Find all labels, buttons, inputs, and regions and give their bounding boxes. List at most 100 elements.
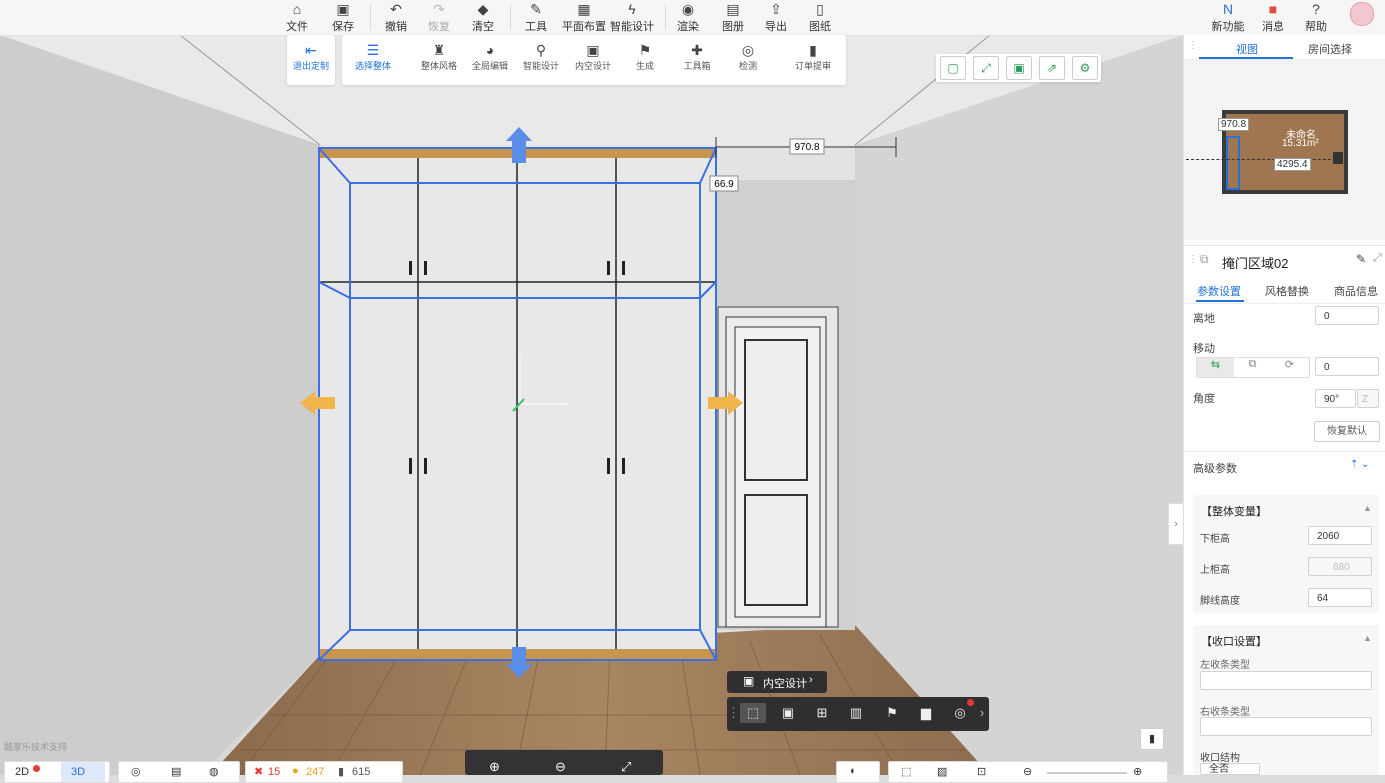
detect-button[interactable]: ◎ 检测 bbox=[721, 41, 775, 72]
generate-button[interactable]: ⚑ 生成 bbox=[618, 41, 672, 72]
tab-style-replace[interactable]: 风格替换 bbox=[1265, 283, 1309, 299]
eye-icon[interactable]: ◎ bbox=[131, 765, 141, 778]
baseboard-input[interactable]: 64 bbox=[1308, 588, 1372, 607]
floor-plan-button[interactable]: ▦ 平面布置 bbox=[558, 0, 610, 34]
interior-design-chip[interactable]: ▣ 内空设计 › bbox=[727, 671, 827, 693]
zoom-in-small-icon[interactable]: ⊕ bbox=[1133, 765, 1142, 778]
edit-icon[interactable]: ✎ bbox=[1356, 252, 1366, 266]
frame-icon[interactable]: ▢ bbox=[940, 56, 966, 80]
order-submit-button[interactable]: ▮ 订单提审 bbox=[786, 41, 840, 72]
view-tools: ▢ ⤢ ▣ ⇗ ⚙ bbox=[936, 54, 1101, 82]
crop-icon[interactable]: ⬚ bbox=[901, 765, 911, 778]
select-icon: ☰ bbox=[366, 42, 380, 58]
house-icon: ⌂ bbox=[292, 1, 302, 17]
left-strip-select[interactable] bbox=[1200, 671, 1372, 690]
tab-product-info[interactable]: 商品信息 bbox=[1334, 283, 1378, 299]
eraser-icon: ◆ bbox=[477, 1, 489, 17]
focus-icon[interactable]: ⊡ bbox=[977, 765, 986, 778]
redo-button[interactable]: ↷ 恢复 bbox=[419, 0, 459, 34]
right-strip-label: 右收条类型 bbox=[1200, 707, 1250, 718]
save-button[interactable]: ▣ 保存 bbox=[323, 0, 363, 34]
right-strip-select[interactable] bbox=[1200, 717, 1372, 736]
props-title: 掩门区域02 bbox=[1222, 256, 1289, 271]
smart-design-tool-button[interactable]: ⚲ 智能设计 bbox=[514, 41, 568, 72]
more-icon[interactable]: › bbox=[977, 703, 987, 723]
interior-design-button[interactable]: ▣ 内空设计 bbox=[566, 41, 620, 72]
exit-custom-button[interactable]: ⇤ 退出定制 bbox=[284, 41, 338, 72]
tab-params[interactable]: 参数设置 bbox=[1197, 283, 1241, 299]
export-button[interactable]: ⇪ 导出 bbox=[756, 0, 796, 34]
undo-button[interactable]: ↶ 撤销 bbox=[376, 0, 416, 34]
move-free-icon[interactable]: ⇆ bbox=[1197, 358, 1234, 377]
smart-design-button[interactable]: ϟ 智能设计 bbox=[607, 0, 657, 34]
move-input[interactable]: 0 bbox=[1315, 357, 1379, 376]
camera-icon[interactable] bbox=[1333, 152, 1343, 164]
wardrobe[interactable] bbox=[318, 147, 717, 661]
zoom-out-small-icon[interactable]: ⊖ bbox=[1023, 765, 1032, 778]
save-view-icon[interactable]: ▣ bbox=[1006, 56, 1032, 80]
zoom-in-icon[interactable]: ⊕ bbox=[489, 759, 500, 775]
zoom-out-icon[interactable]: ⊖ bbox=[555, 759, 566, 775]
add-icon[interactable]: ⊞ bbox=[809, 703, 835, 723]
collapse-panel-button[interactable]: › bbox=[1168, 503, 1184, 545]
support-text: 酷家乐技术支持 bbox=[4, 742, 68, 752]
image-icon[interactable]: ▨ bbox=[937, 765, 947, 778]
fullscreen-icon[interactable]: ⤢ bbox=[973, 56, 999, 80]
angle-axis-select[interactable]: Z bbox=[1357, 389, 1379, 408]
closing-structure-select[interactable]: 全否 bbox=[1200, 763, 1260, 775]
toolbox-button[interactable]: ✚ 工具箱 bbox=[670, 41, 724, 72]
zoom-slider[interactable] bbox=[1047, 772, 1127, 774]
render-button[interactable]: ◉ 渲染 bbox=[668, 0, 708, 34]
toggle-button[interactable]: ◐ bbox=[836, 761, 880, 783]
view-3d-button[interactable]: 3D bbox=[61, 762, 105, 782]
lower-cabinet-input[interactable]: 2060 bbox=[1308, 526, 1372, 545]
reset-default-button[interactable]: 恢复默认 bbox=[1314, 421, 1380, 442]
move-rotate-icon[interactable]: ⟳ bbox=[1271, 358, 1308, 377]
ruler-icon[interactable]: ⚑ bbox=[879, 703, 905, 723]
share-icon[interactable]: ⇗ bbox=[1039, 56, 1065, 80]
view-3d-icon[interactable]: ◎ bbox=[947, 703, 973, 723]
upper-cabinet-input[interactable]: 680 bbox=[1308, 557, 1372, 576]
ground-input[interactable]: 0 bbox=[1315, 306, 1379, 325]
columns-icon[interactable]: ▥ bbox=[843, 703, 869, 723]
help-button[interactable]: ? 帮助 bbox=[1296, 0, 1336, 34]
fit-view-icon[interactable]: ⤢ bbox=[621, 759, 631, 775]
select-area-icon[interactable]: ⬚ bbox=[740, 703, 766, 723]
move-copy-icon[interactable]: ⧉ bbox=[1234, 358, 1271, 377]
settings-icon[interactable]: ⚙ bbox=[1072, 56, 1098, 80]
3d-viewport[interactable]: 970.8 66.9 bbox=[0, 35, 1183, 775]
gift-icon: ■ bbox=[1268, 1, 1278, 17]
advanced-toggle-icon[interactable]: ⇡ ⌄ bbox=[1350, 459, 1370, 470]
view-2d-button[interactable]: 2D bbox=[15, 766, 29, 778]
issue-counter[interactable]: ✖ 15 ● 247 ▮ 615 bbox=[245, 761, 403, 783]
angle-input[interactable]: 90° bbox=[1315, 389, 1356, 408]
collapse-icon[interactable]: ▲ bbox=[1363, 503, 1372, 513]
clear-button[interactable]: ◆ 清空 bbox=[463, 0, 503, 34]
global-edit-button[interactable]: ◕ 全局编辑 bbox=[463, 41, 517, 72]
drag-handle-icon[interactable]: ⋮ bbox=[1188, 40, 1198, 51]
new-feature-button[interactable]: N 新功能 bbox=[1208, 0, 1248, 34]
avatar[interactable] bbox=[1350, 2, 1374, 26]
compass-icon[interactable]: ◍ bbox=[209, 765, 219, 778]
clipboard-icon: ▮ bbox=[809, 42, 817, 58]
album-button[interactable]: ▤ 图册 bbox=[713, 0, 753, 34]
select-whole-button[interactable]: ☰ 选择整体 bbox=[346, 41, 400, 72]
minimap[interactable]: 未命名 15.31m² 970.8 4295.4 bbox=[1184, 60, 1385, 240]
tools-menu[interactable]: ✎ 工具 bbox=[516, 0, 556, 34]
drag-handle-icon[interactable]: ⋮ bbox=[1188, 254, 1198, 265]
layers-icon[interactable]: ▤ bbox=[171, 765, 181, 778]
file-menu[interactable]: ⌂ 文件 bbox=[277, 0, 317, 34]
tab-view[interactable]: 视图 bbox=[1236, 41, 1258, 57]
copy-icon[interactable]: ⧉ bbox=[1200, 252, 1209, 267]
messages-button[interactable]: ■ 消息 bbox=[1253, 0, 1293, 34]
drawing-button[interactable]: ▯ 图纸 bbox=[800, 0, 840, 34]
delete-icon[interactable]: ▆ bbox=[913, 703, 939, 723]
overall-style-button[interactable]: ♜ 整体风格 bbox=[412, 41, 466, 72]
item-count: 615 bbox=[352, 766, 371, 778]
frame-select-icon[interactable]: ▣ bbox=[775, 703, 801, 723]
expand-icon[interactable]: ⤢ bbox=[1373, 252, 1382, 265]
collapse-icon[interactable]: ▲ bbox=[1363, 633, 1372, 643]
tab-room-select[interactable]: 房间选择 bbox=[1308, 41, 1352, 57]
drag-handle-icon[interactable]: ⋮ bbox=[727, 703, 740, 723]
clipboard-small-icon[interactable]: ▮ bbox=[1140, 728, 1164, 750]
